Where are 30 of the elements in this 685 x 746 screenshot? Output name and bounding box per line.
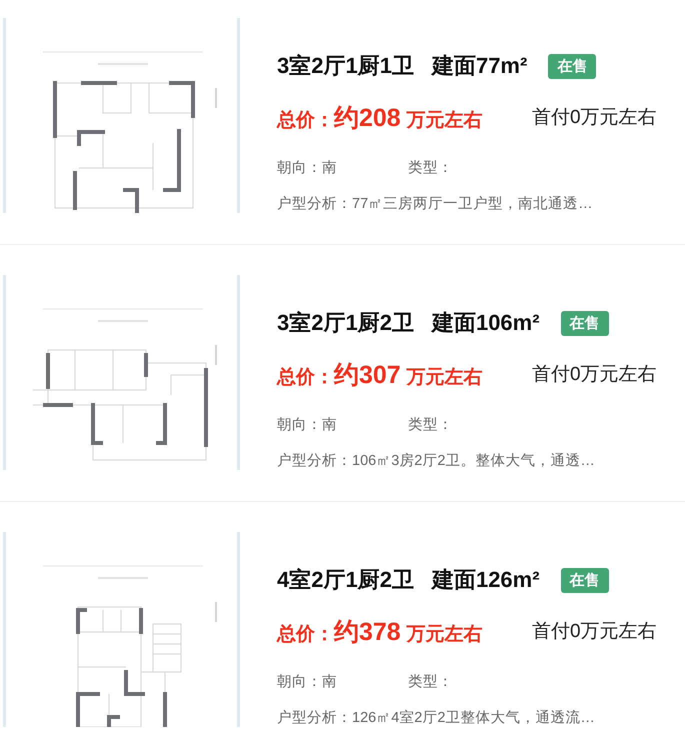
orientation-text: 朝向：南	[277, 158, 338, 176]
layout-analysis-text: 户型分析：77㎡三房两厅一卫户型，南北通透…	[277, 194, 594, 214]
price-label: 总价：	[277, 366, 334, 390]
room-layout-title: 3室2厅1厨2卫	[277, 309, 414, 337]
floor-area-title: 建面126m²	[432, 566, 540, 594]
orientation-text: 朝向：南	[277, 416, 338, 434]
floor-area-title: 建面77m²	[432, 52, 528, 80]
layout-analysis-text: 户型分析：126㎡4室2厅2卫整体大气，通透流…	[277, 708, 596, 728]
room-layout-title: 4室2厅1厨2卫	[277, 566, 414, 594]
down-payment-text: 首付0万元左右	[532, 363, 657, 387]
status-badge: 在售	[548, 54, 596, 78]
price-unit: 万元左右	[406, 366, 483, 390]
floor-area-title: 建面106m²	[432, 309, 540, 337]
price-unit: 万元左右	[406, 108, 483, 132]
room-layout-title: 3室2厅1厨1卫	[277, 52, 414, 80]
price-label: 总价：	[277, 624, 334, 646]
type-label: 类型：	[408, 158, 453, 176]
type-label: 类型：	[408, 672, 453, 690]
orientation-text: 朝向：南	[277, 672, 338, 690]
layout-analysis-text: 户型分析：106㎡3房2厅2卫。整体大气，通透…	[277, 452, 596, 471]
type-label: 类型：	[408, 416, 453, 434]
down-payment-text: 首付0万元左右	[532, 620, 657, 644]
price-value: 约378	[334, 616, 401, 648]
price-value: 约307	[334, 360, 401, 390]
price-unit: 万元左右	[406, 622, 483, 646]
down-payment-text: 首付0万元左右	[532, 106, 657, 130]
price-value: 约208	[334, 102, 401, 134]
status-badge: 在售	[560, 568, 609, 592]
status-badge: 在售	[560, 310, 609, 336]
price-label: 总价：	[277, 110, 334, 132]
